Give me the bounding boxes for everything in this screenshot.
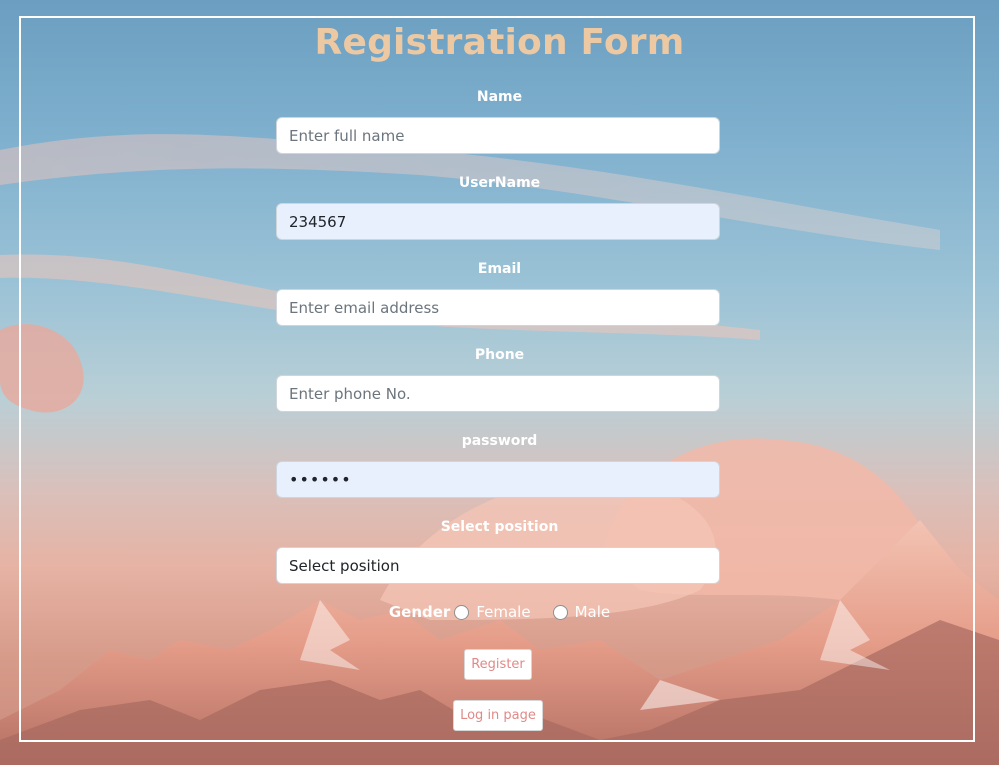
phone-input[interactable]	[276, 375, 720, 412]
password-label: password	[461, 433, 538, 449]
password-input[interactable]	[276, 461, 720, 498]
gender-female-radio[interactable]	[454, 604, 470, 620]
username-label: UserName	[458, 175, 541, 191]
email-label: Email	[477, 261, 522, 277]
name-input[interactable]	[276, 117, 720, 154]
position-select-value: Select position	[289, 556, 400, 575]
register-button[interactable]: Register	[464, 649, 532, 680]
gender-female-label[interactable]: Female	[476, 603, 530, 621]
gender-group: Gender Female Male	[0, 603, 999, 621]
phone-label: Phone	[474, 347, 525, 363]
gender-male-radio[interactable]	[552, 604, 568, 620]
username-input[interactable]	[276, 203, 720, 240]
position-label: Select position	[440, 519, 559, 535]
email-input[interactable]	[276, 289, 720, 326]
gender-label: Gender	[388, 603, 451, 621]
name-label: Name	[476, 89, 523, 105]
page-title: Registration Form	[314, 22, 685, 63]
position-select[interactable]: Select position	[276, 547, 720, 584]
gender-male-label[interactable]: Male	[575, 603, 611, 621]
login-page-button[interactable]: Log in page	[453, 700, 543, 731]
